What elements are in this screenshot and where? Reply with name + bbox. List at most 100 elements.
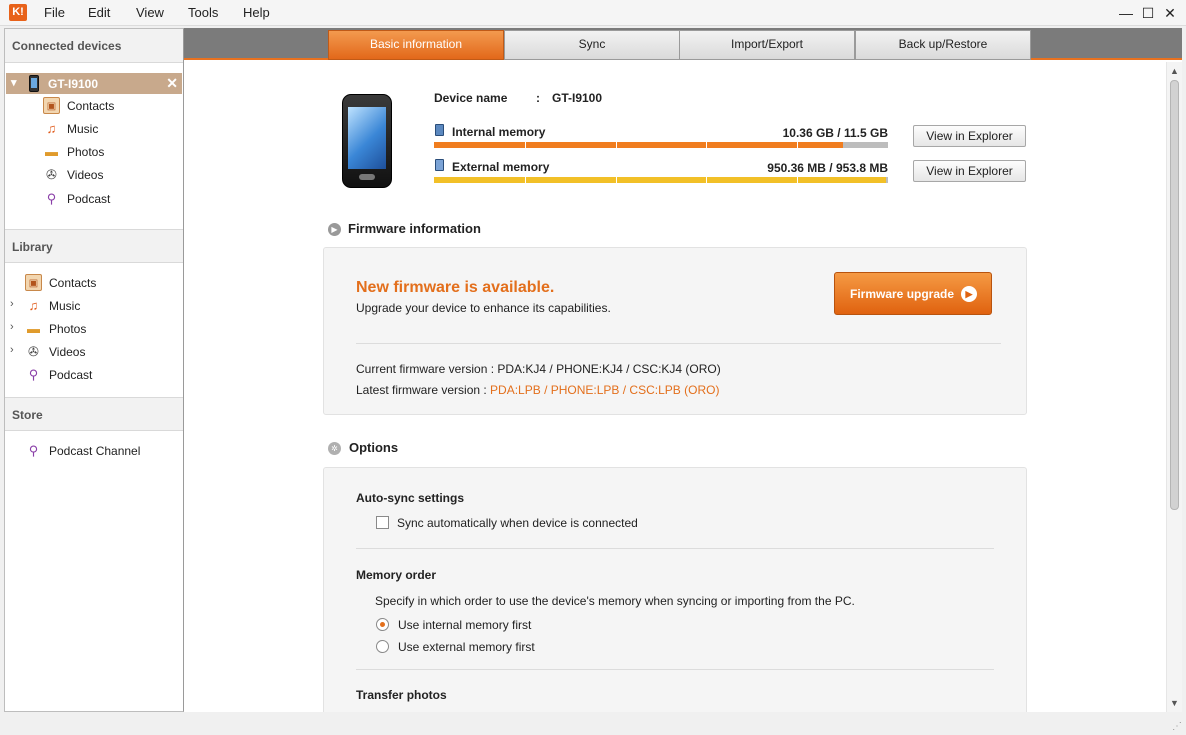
expand-arrow-icon[interactable]: › [10,344,14,356]
scroll-up-icon[interactable]: ▲ [1167,64,1182,78]
autosync-title: Auto-sync settings [356,491,465,505]
external-first-radio[interactable] [376,640,389,653]
latest-firmware-label: Latest firmware version : [356,383,491,397]
library-item-label: Podcast [49,368,93,382]
library-item-music[interactable]: › ♫ Music [10,296,175,316]
current-firmware: Current firmware version : PDA:KJ4 / PHO… [356,362,721,376]
device-item-label: Contacts [67,99,115,113]
transfer-photos-title: Transfer photos [356,688,447,702]
menu-help[interactable]: Help [243,5,270,20]
divider [356,548,994,549]
music-icon: ♫ [28,298,39,313]
device-item-contacts[interactable]: ▣ Contacts [43,96,173,116]
play-arrow-icon: ▶ [961,286,977,302]
bar-segment-divider [524,142,526,148]
internal-memory-label: Internal memory [452,125,546,139]
firmware-subtext: Upgrade your device to enhance its capab… [356,301,611,315]
internal-memory-fill [434,142,843,148]
external-first-label[interactable]: Use external memory first [398,640,535,654]
minimize-icon[interactable]: — [1116,3,1136,23]
expand-arrow-icon[interactable]: › [10,298,14,310]
external-memory-usage: 950.36 MB / 953.8 MB [767,161,888,175]
contacts-icon: ▣ [25,274,42,291]
phone-icon [29,75,39,92]
photos-icon: ▬ [27,321,40,336]
scroll-down-icon[interactable]: ▼ [1167,696,1182,710]
bar-segment-divider [615,142,617,148]
divider [356,669,994,670]
resize-grip-icon[interactable]: ⋰ [1172,721,1182,732]
expand-arrow-icon[interactable]: › [10,321,14,333]
sidebar: Connected devices ▾ GT-I9100 ✕ ▣ Contact… [4,28,184,712]
photos-icon: ▬ [45,144,58,159]
maximize-icon[interactable]: ☐ [1138,3,1158,23]
content-area: Device name : GT-I9100 Internal memory 1… [184,62,1166,712]
external-memory-fill [434,177,887,183]
internal-view-in-explorer-button[interactable]: View in Explorer [913,125,1026,147]
options-section-title: Options [349,440,399,455]
internal-first-radio[interactable] [376,618,389,631]
status-bar: ⋰ [0,713,1186,735]
tab-backup-restore[interactable]: Back up/Restore [855,30,1031,60]
device-name: GT-I9100 [48,77,99,91]
autosync-checkbox[interactable] [376,516,389,529]
music-icon: ♫ [46,121,57,136]
bar-segment-divider [706,177,708,183]
library-item-videos[interactable]: › ✇ Videos [10,342,175,362]
firmware-section-title: Firmware information [348,221,481,236]
firmware-panel: New firmware is available. Upgrade your … [323,247,1027,415]
device-item-label: Videos [67,168,104,182]
device-item-podcast[interactable]: ⚲ Podcast [43,189,173,209]
chevron-down-icon[interactable]: ▾ [11,76,17,89]
library-item-label: Music [49,299,81,313]
collapse-arrow-icon[interactable]: ▶ [328,223,341,236]
tab-basic-information[interactable]: Basic information [328,30,504,60]
videos-icon: ✇ [28,344,39,359]
gear-icon: ✲ [328,442,341,455]
device-item-photos[interactable]: ▬ Photos [43,142,173,162]
library-item-contacts[interactable]: ▣ Contacts [25,273,175,293]
contacts-icon: ▣ [43,97,60,114]
memory-order-title: Memory order [356,568,437,582]
device-image [342,94,392,188]
device-name-separator: : [536,91,540,105]
menu-tools[interactable]: Tools [188,5,218,20]
firmware-upgrade-label: Firmware upgrade [850,287,955,301]
device-item-music[interactable]: ♫ Music [43,119,173,139]
external-memory-bar [434,177,888,183]
vertical-scrollbar[interactable]: ▲ ▼ [1166,62,1182,712]
app-logo-icon: K! [9,4,27,21]
bar-segment-divider [615,177,617,183]
disconnect-icon[interactable]: ✕ [166,75,178,92]
device-item-gt-i9100[interactable]: ▾ GT-I9100 ✕ [6,73,182,94]
latest-firmware-value: PDA:LPB / PHONE:LPB / CSC:LPB (ORO) [490,383,720,397]
firmware-upgrade-button[interactable]: Firmware upgrade ▶ [834,272,992,315]
library-item-podcast[interactable]: ⚲ Podcast [25,365,175,385]
device-name-value: GT-I9100 [552,91,603,105]
tab-sync[interactable]: Sync [504,30,680,60]
videos-icon: ✇ [46,167,57,182]
library-header: Library [5,229,183,263]
store-header: Store [5,397,183,431]
close-icon[interactable]: ✕ [1160,3,1180,23]
latest-firmware: Latest firmware version : PDA:LPB / PHON… [356,383,719,397]
internal-first-label[interactable]: Use internal memory first [398,618,531,632]
external-view-in-explorer-button[interactable]: View in Explorer [913,160,1026,182]
menu-bar: K! File Edit View Tools Help — ☐ ✕ [0,0,1186,26]
device-item-label: Photos [67,145,105,159]
internal-memory-bar [434,142,888,148]
library-item-photos[interactable]: › ▬ Photos [10,319,175,339]
autosync-checkbox-label[interactable]: Sync automatically when device is connec… [397,516,638,530]
device-item-videos[interactable]: ✇ Videos [43,165,173,185]
menu-edit[interactable]: Edit [88,5,110,20]
podcast-icon: ⚲ [46,191,57,206]
store-item-podcast-channel[interactable]: ⚲ Podcast Channel [25,441,175,461]
menu-file[interactable]: File [44,5,65,20]
scroll-thumb[interactable] [1170,80,1179,510]
current-firmware-value: PDA:KJ4 / PHONE:KJ4 / CSC:KJ4 (ORO) [497,362,721,376]
memory-order-description: Specify in which order to use the device… [375,594,855,608]
divider [356,343,1001,344]
device-item-label: Music [67,122,99,136]
tab-import-export[interactable]: Import/Export [679,30,855,60]
menu-view[interactable]: View [136,5,164,20]
